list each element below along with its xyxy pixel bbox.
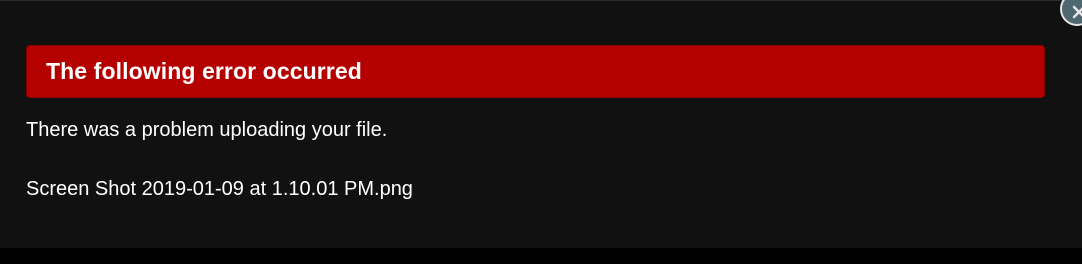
error-dialog: The following error occurred There was a…: [0, 0, 1082, 248]
error-message: There was a problem uploading your file.: [26, 119, 388, 141]
file-name: Screen Shot 2019-01-09 at 1.10.01 PM.png: [26, 178, 413, 200]
close-icon: [1072, 5, 1082, 19]
bottom-edge: [0, 248, 1082, 264]
error-banner: The following error occurred: [26, 45, 1045, 98]
error-title: The following error occurred: [46, 58, 362, 84]
